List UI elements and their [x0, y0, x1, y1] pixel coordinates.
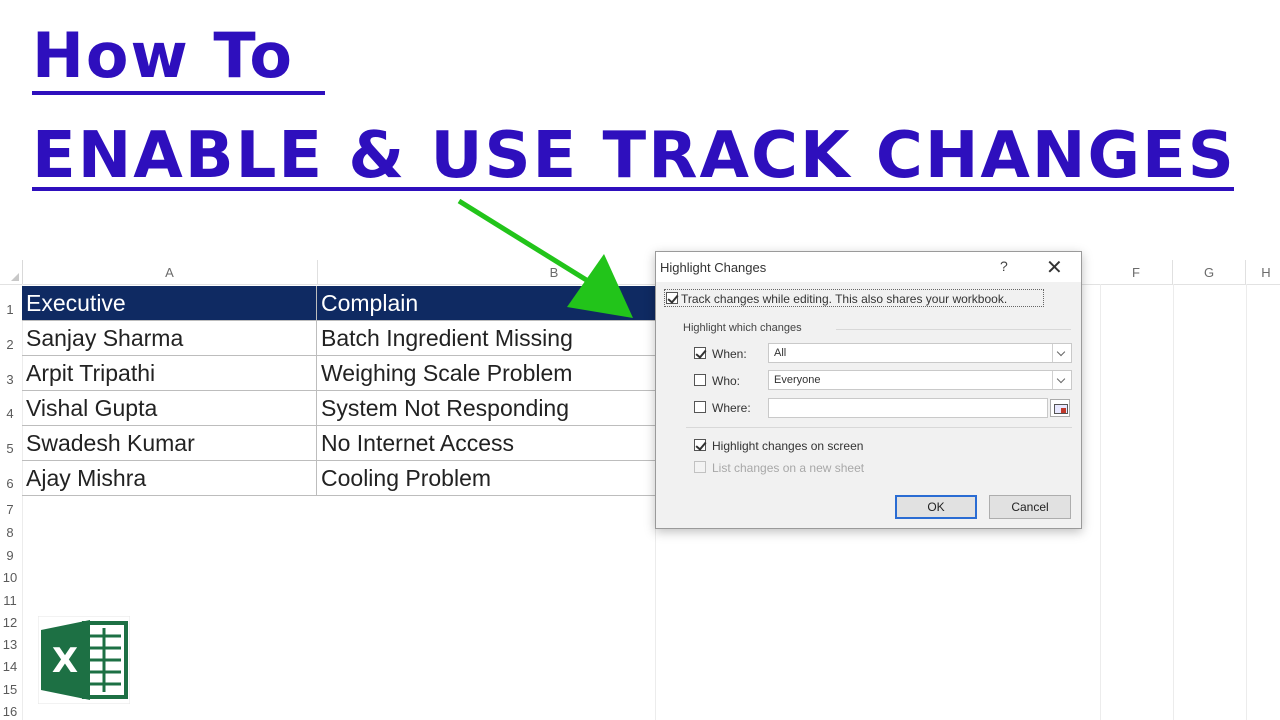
cancel-button[interactable]: Cancel: [989, 495, 1071, 519]
who-select[interactable]: Everyone: [768, 370, 1072, 390]
group-label: Highlight which changes: [683, 322, 802, 334]
when-checkbox[interactable]: [694, 347, 706, 359]
where-label: Where:: [712, 401, 751, 415]
dialog-title: Highlight Changes: [660, 260, 767, 275]
help-icon[interactable]: ?: [1000, 258, 1008, 274]
who-value: Everyone: [774, 374, 821, 386]
where-input[interactable]: [768, 398, 1048, 418]
close-icon[interactable]: ✕: [1046, 255, 1063, 280]
when-select[interactable]: All: [768, 343, 1072, 363]
list-new-sheet-checkbox[interactable]: [694, 461, 706, 473]
who-label: Who:: [712, 374, 741, 388]
options-separator: [686, 427, 1072, 428]
group-separator: [836, 329, 1071, 330]
when-label: When:: [712, 347, 747, 361]
excel-logo-icon: X: [38, 616, 130, 704]
list-new-sheet-label: List changes on a new sheet: [712, 461, 865, 475]
excel-logo-letter: X: [52, 641, 78, 681]
highlight-on-screen-checkbox[interactable]: [694, 439, 706, 451]
ok-button[interactable]: OK: [895, 495, 977, 519]
highlight-changes-dialog: Highlight Changes ? ✕ Track changes whil…: [655, 251, 1082, 529]
who-checkbox[interactable]: [694, 374, 706, 386]
track-changes-checkbox[interactable]: [666, 292, 678, 304]
dialog-titlebar[interactable]: Highlight Changes ? ✕: [656, 252, 1081, 282]
pointer-arrow-icon: [457, 198, 633, 318]
chevron-down-icon[interactable]: [1052, 344, 1071, 362]
highlight-on-screen-label: Highlight changes on screen: [712, 439, 864, 453]
track-changes-label: Track changes while editing. This also s…: [681, 292, 1008, 306]
where-checkbox[interactable]: [694, 401, 706, 413]
range-selector-icon[interactable]: [1050, 399, 1070, 417]
when-value: All: [774, 347, 787, 359]
chevron-down-icon[interactable]: [1052, 371, 1071, 389]
